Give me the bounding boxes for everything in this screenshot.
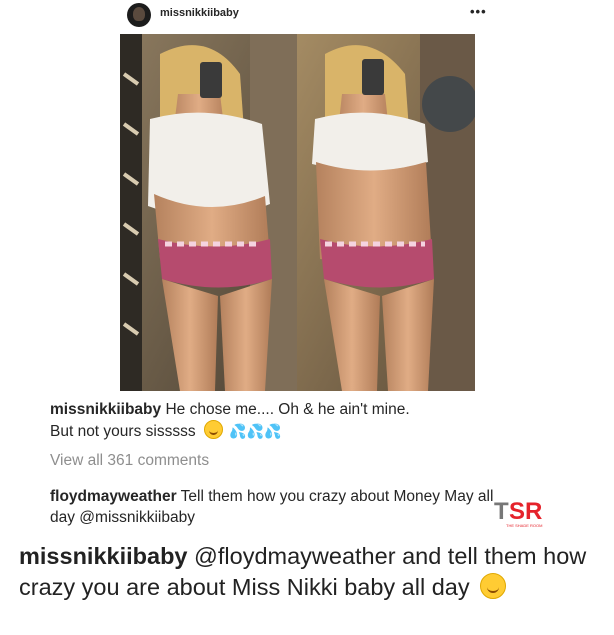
tsr-watermark-logo: T SR THE SHADE ROOM: [494, 498, 542, 528]
reply-text-block: missnikkiibaby @floydmayweather and tell…: [19, 541, 609, 603]
photo-left-half: [120, 34, 297, 391]
caption-username[interactable]: missnikkiibaby: [50, 401, 161, 418]
view-all-comments-link[interactable]: View all 361 comments: [50, 452, 209, 470]
post-username[interactable]: missnikkiibaby: [160, 7, 239, 19]
sweat-drops-emoji-icon: 💦💦💦: [229, 423, 282, 439]
post-header: missnikkiibaby •••: [0, 0, 614, 34]
caption-text-line1: He chose me.... Oh & he ain't mine.: [165, 401, 410, 418]
reply-username[interactable]: missnikkiibaby: [19, 543, 188, 569]
post-image: [120, 34, 475, 391]
more-options-icon[interactable]: •••: [470, 4, 487, 19]
tsr-t: T: [494, 498, 509, 525]
comment-username[interactable]: floydmayweather: [50, 488, 177, 505]
tsr-sr: SR: [509, 498, 542, 525]
comment-floydmayweather: floydmayweather Tell them how you crazy …: [50, 486, 510, 528]
caption-text-line2: But not yours sisssss: [50, 423, 196, 440]
smile-emoji-icon: [203, 420, 223, 439]
post-caption: missnikkiibaby He chose me.... Oh & he a…: [50, 399, 520, 442]
avatar[interactable]: [127, 3, 151, 27]
photo-right-half: [297, 34, 475, 391]
reply-mention[interactable]: @floydmayweather: [194, 543, 396, 569]
tsr-tagline: THE SHADE ROOM: [506, 523, 542, 528]
smile-emoji-icon: [480, 573, 507, 599]
